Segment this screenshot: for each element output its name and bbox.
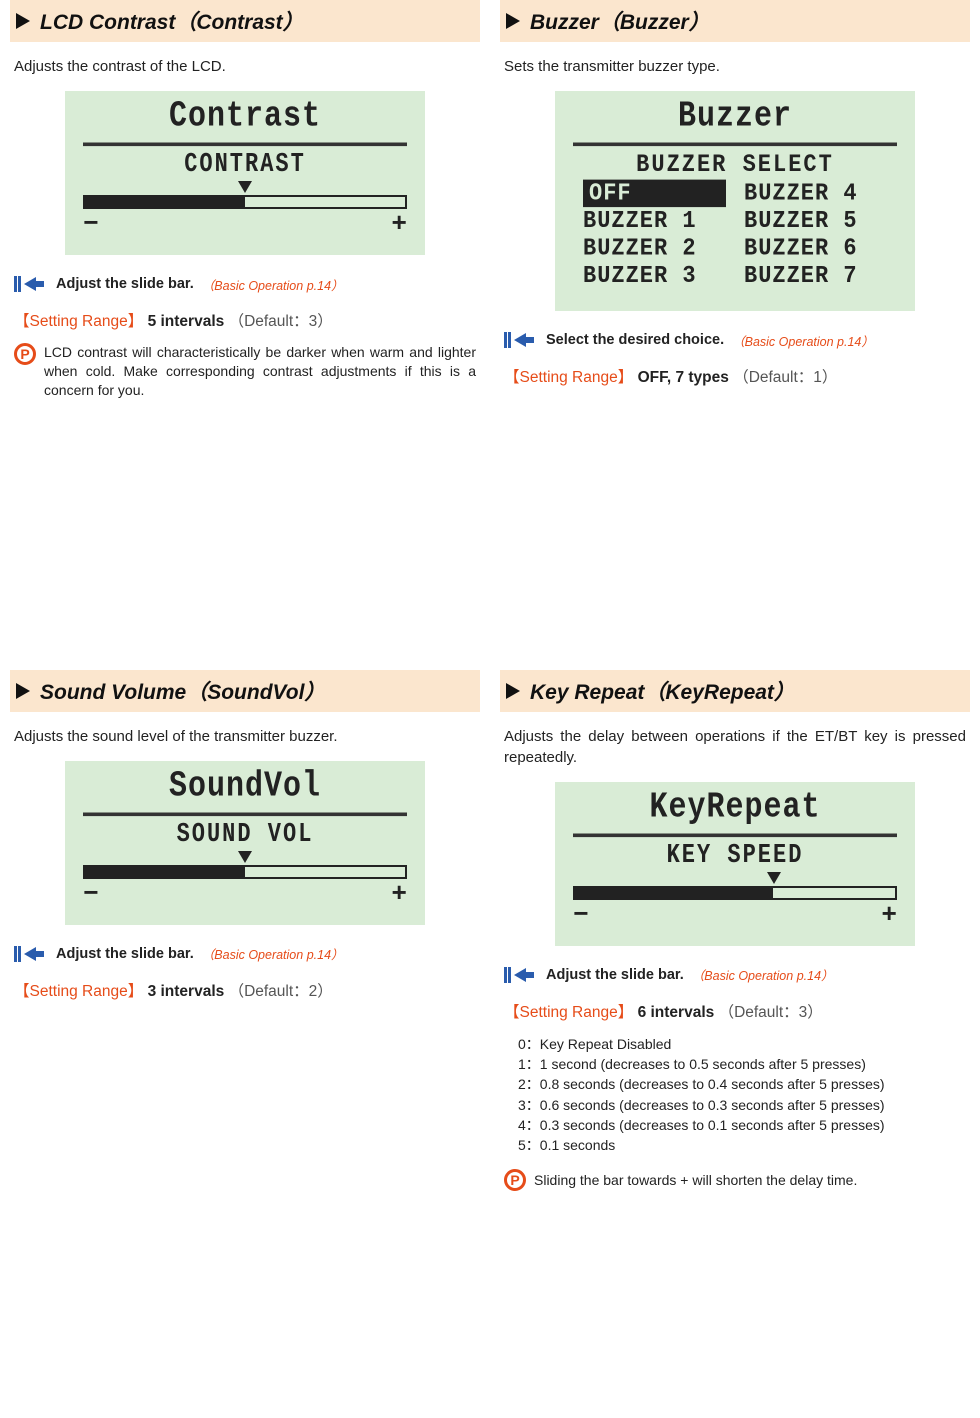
slide-minus: − (83, 211, 99, 237)
buzzer-option[interactable]: BUZZER 1 (583, 207, 726, 235)
list-item: 1：1 second (decreases to 0.5 seconds aft… (518, 1054, 970, 1074)
section-header-keyrepeat: Key Repeat（KeyRepeat） (500, 670, 970, 712)
list-item: 3：0.6 seconds (decreases to 0.3 seconds … (518, 1095, 970, 1115)
hint-ref[interactable]: （Basic Operation p.14） (202, 275, 344, 294)
range-value: 5 intervals (148, 313, 225, 330)
hint-ref[interactable]: （Basic Operation p.14） (692, 965, 834, 984)
p-badge-icon: P (14, 343, 36, 365)
buzzer-option[interactable]: BUZZER 7 (744, 262, 887, 290)
lcd-title: Buzzer (573, 97, 897, 146)
lcd-sublabel: CONTRAST (83, 150, 407, 180)
range-default: （Default：1） (733, 369, 837, 386)
section-header-buzzer: Buzzer（Buzzer） (500, 0, 970, 42)
section-title: Buzzer（Buzzer） (530, 6, 710, 36)
list-item: 5：0.1 seconds (518, 1135, 970, 1155)
range-label: 【Setting Range】 (504, 1004, 633, 1021)
section-desc: Adjusts the contrast of the LCD. (14, 56, 476, 77)
click-finger-icon (504, 964, 538, 986)
slide-bar[interactable]: − + (83, 853, 407, 907)
lcd-sublabel: KEY SPEED (573, 840, 897, 870)
note-text: LCD contrast will characteristically be … (44, 343, 476, 400)
lcd-sublabel: BUZZER SELECT (573, 150, 897, 179)
slide-marker-icon (767, 872, 781, 884)
setting-range: 【Setting Range】 OFF, 7 types （Default：1） (504, 365, 966, 387)
hint-text: Adjust the slide bar. (56, 276, 194, 292)
range-value: 3 intervals (148, 983, 225, 1000)
click-finger-icon (504, 329, 538, 351)
lcd-panel-contrast: Contrast CONTRAST − + (65, 91, 425, 255)
lcd-title: KeyRepeat (573, 788, 897, 837)
hint-text: Adjust the slide bar. (56, 946, 194, 962)
section-header-contrast: LCD Contrast（Contrast） (10, 0, 480, 42)
lcd-sublabel: SOUND VOL (83, 819, 407, 849)
buzzer-option-list[interactable]: OFF BUZZER 4 BUZZER 1 BUZZER 5 BUZZER 2 … (573, 180, 897, 299)
hint-ref[interactable]: （Basic Operation p.14） (732, 331, 874, 350)
lcd-panel-keyrepeat: KeyRepeat KEY SPEED − + (555, 782, 915, 946)
list-item: 2：0.8 seconds (decreases to 0.4 seconds … (518, 1074, 970, 1094)
slide-minus: − (573, 902, 589, 928)
buzzer-option[interactable]: BUZZER 4 (744, 180, 887, 208)
hint-text: Adjust the slide bar. (546, 967, 684, 983)
section-desc: Adjusts the sound level of the transmitt… (14, 726, 476, 747)
slide-plus: + (881, 902, 897, 928)
triangle-icon (506, 683, 520, 699)
section-header-soundvol: Sound Volume（SoundVol） (10, 670, 480, 712)
hint-row: Adjust the slide bar. （Basic Operation p… (14, 943, 476, 965)
click-finger-icon (14, 273, 48, 295)
slide-plus: + (391, 881, 407, 907)
buzzer-option[interactable]: OFF (583, 180, 726, 208)
note-text: Sliding the bar towards + will shorten t… (534, 1171, 857, 1190)
p-badge-icon: P (504, 1169, 526, 1191)
hint-row: Adjust the slide bar. （Basic Operation p… (504, 964, 966, 986)
section-title: Sound Volume（SoundVol） (40, 676, 325, 706)
section-desc: Adjusts the delay between operations if … (504, 726, 966, 768)
lcd-panel-buzzer: Buzzer BUZZER SELECT OFF BUZZER 4 BUZZER… (555, 91, 915, 311)
section-title: Key Repeat（KeyRepeat） (530, 676, 795, 706)
click-finger-icon (14, 943, 48, 965)
note-keyrepeat: P Sliding the bar towards + will shorten… (504, 1169, 966, 1191)
buzzer-option[interactable]: BUZZER 2 (583, 235, 726, 263)
setting-range: 【Setting Range】 6 intervals （Default：3） (504, 1000, 966, 1022)
range-label: 【Setting Range】 (14, 313, 143, 330)
hint-row: Select the desired choice. （Basic Operat… (504, 329, 966, 351)
range-default: （Default：2） (229, 983, 333, 1000)
hint-row: Adjust the slide bar. （Basic Operation p… (14, 273, 476, 295)
range-default: （Default：3） (719, 1004, 823, 1021)
triangle-icon (16, 683, 30, 699)
setting-range: 【Setting Range】 3 intervals （Default：2） (14, 979, 476, 1001)
buzzer-option[interactable]: BUZZER 6 (744, 235, 887, 263)
hint-text: Select the desired choice. (546, 332, 724, 348)
slide-marker-icon (238, 181, 252, 193)
triangle-icon (16, 13, 30, 29)
section-desc: Sets the transmitter buzzer type. (504, 56, 966, 77)
range-value: 6 intervals (638, 1004, 715, 1021)
hint-ref[interactable]: （Basic Operation p.14） (202, 944, 344, 963)
keyrepeat-interval-list: 0：Key Repeat Disabled 1：1 second (decrea… (518, 1034, 970, 1156)
triangle-icon (506, 13, 520, 29)
note-contrast: P LCD contrast will characteristically b… (14, 343, 476, 400)
buzzer-option[interactable]: BUZZER 3 (583, 262, 726, 290)
range-default: （Default：3） (229, 313, 333, 330)
setting-range: 【Setting Range】 5 intervals （Default：3） (14, 309, 476, 331)
section-title: LCD Contrast（Contrast） (40, 6, 304, 36)
slide-minus: − (83, 881, 99, 907)
slide-marker-icon (238, 851, 252, 863)
lcd-title: SoundVol (83, 767, 407, 816)
range-label: 【Setting Range】 (14, 983, 143, 1000)
slide-plus: + (391, 211, 407, 237)
lcd-panel-soundvol: SoundVol SOUND VOL − + (65, 761, 425, 925)
range-label: 【Setting Range】 (504, 369, 633, 386)
list-item: 4：0.3 seconds (decreases to 0.1 seconds … (518, 1115, 970, 1135)
slide-bar[interactable]: − + (83, 183, 407, 237)
slide-bar[interactable]: − + (573, 874, 897, 928)
list-item: 0：Key Repeat Disabled (518, 1034, 970, 1054)
lcd-title: Contrast (83, 97, 407, 146)
range-value: OFF, 7 types (638, 369, 729, 386)
buzzer-option[interactable]: BUZZER 5 (744, 207, 887, 235)
